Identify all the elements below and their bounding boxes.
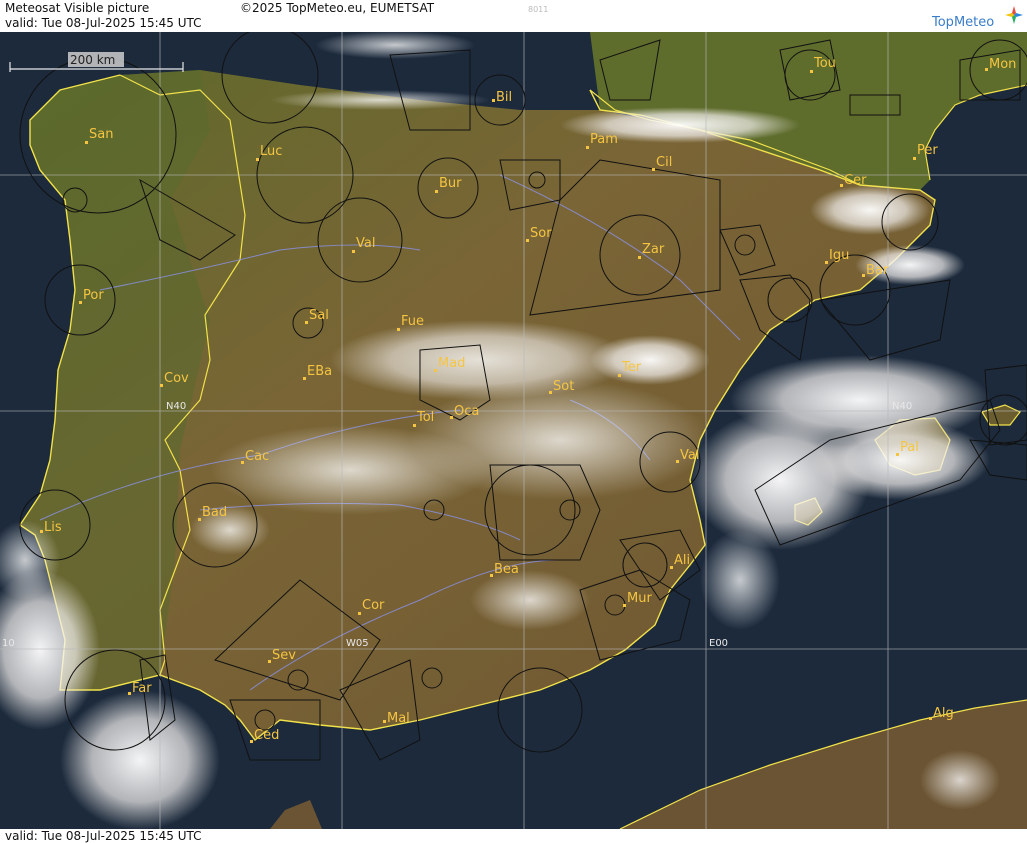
city-label-eba: EBa xyxy=(307,364,332,379)
city-marker-sal[interactable]: Sal xyxy=(305,308,329,324)
city-label-sev: Sev xyxy=(272,648,296,663)
footer-valid-time: valid: Tue 08-Jul-2025 15:45 UTC xyxy=(5,829,202,843)
city-marker-igu[interactable]: Igu xyxy=(825,248,849,264)
city-marker-per[interactable]: Per xyxy=(913,143,938,160)
city-label-igu: Igu xyxy=(829,248,849,263)
city-label-per: Per xyxy=(917,143,938,158)
city-label-lis: Lis xyxy=(44,520,62,535)
city-label-ter: Ter xyxy=(621,360,642,375)
city-marker-cov[interactable]: Cov xyxy=(160,371,189,387)
city-label-cac: Cac xyxy=(245,449,269,464)
city-marker-mur[interactable]: Mur xyxy=(623,591,652,607)
city-label-tol: Tol xyxy=(416,410,434,425)
city-label-bil: Bil xyxy=(496,90,512,105)
city-marker-val-east[interactable]: Val xyxy=(676,448,699,463)
grid-label-e00: E00 xyxy=(709,638,728,649)
city-marker-bad[interactable]: Bad xyxy=(198,505,227,521)
grid-label-n40-right: N40 xyxy=(892,401,912,412)
city-label-sor: Sor xyxy=(530,226,552,241)
city-label-oca: Oca xyxy=(454,404,479,419)
city-marker-oca[interactable]: Oca xyxy=(450,404,479,419)
city-label-ali: Ali xyxy=(674,553,690,568)
city-marker-cac[interactable]: Cac xyxy=(241,449,269,464)
city-label-bar: Bar xyxy=(866,263,889,278)
city-marker-mon[interactable]: Mon xyxy=(985,57,1016,72)
city-marker-bar[interactable]: Bar xyxy=(862,263,889,278)
city-label-bea: Bea xyxy=(494,562,519,577)
city-label-zar: Zar xyxy=(642,242,665,257)
city-marker-bea[interactable]: Bea xyxy=(490,562,519,577)
city-marker-pam[interactable]: Pam xyxy=(586,132,618,149)
city-label-mur: Mur xyxy=(627,591,652,606)
city-label-val-east: Val xyxy=(680,448,699,463)
city-label-cov: Cov xyxy=(164,371,189,386)
image-title: Meteosat Visible picture xyxy=(5,1,150,15)
footer: valid: Tue 08-Jul-2025 15:45 UTC xyxy=(0,829,1027,843)
city-marker-bil[interactable]: Bil xyxy=(492,90,512,105)
city-label-san: San xyxy=(89,127,113,142)
city-marker-tol[interactable]: Tol xyxy=(413,410,434,427)
city-label-mon: Mon xyxy=(989,57,1016,72)
city-marker-cil[interactable]: Cil xyxy=(652,155,672,171)
city-marker-mad[interactable]: Mad xyxy=(434,356,465,372)
city-marker-ter[interactable]: Ter xyxy=(618,360,642,377)
city-marker-sot[interactable]: Sot xyxy=(549,379,574,394)
compass-star-icon xyxy=(1005,6,1023,24)
city-label-tou: Tou xyxy=(813,56,836,71)
city-marker-fue[interactable]: Fue xyxy=(397,314,424,331)
city-marker-cor[interactable]: Cor xyxy=(358,598,385,615)
city-label-sot: Sot xyxy=(553,379,574,394)
grid-label-n40-left: N40 xyxy=(166,401,186,412)
city-marker-far[interactable]: Far xyxy=(128,681,152,696)
city-label-mad: Mad xyxy=(438,356,465,371)
city-marker-lis[interactable]: Lis xyxy=(40,520,62,535)
city-marker-pal[interactable]: Pal xyxy=(896,440,919,456)
city-label-cor: Cor xyxy=(362,598,385,613)
map-canvas: N40 N40 W05 E00 10 200 km Bil Tou Mon Sa… xyxy=(0,32,1027,829)
city-label-ced: Ced xyxy=(254,728,279,743)
city-marker-san[interactable]: San xyxy=(85,127,113,144)
brand-logo-text[interactable]: TopMeteo xyxy=(932,15,994,30)
city-marker-alg[interactable]: Alg xyxy=(929,706,954,721)
city-label-por: Por xyxy=(83,288,104,303)
city-marker-luc[interactable]: Luc xyxy=(256,144,282,161)
city-label-far: Far xyxy=(132,681,152,696)
city-marker-sor[interactable]: Sor xyxy=(526,226,552,242)
scale-bar-label: 200 km xyxy=(70,53,115,67)
city-marker-por[interactable]: Por xyxy=(79,288,104,304)
satellite-map[interactable]: N40 N40 W05 E00 10 200 km Bil Tou Mon Sa… xyxy=(0,32,1027,829)
city-marker-eba[interactable]: EBa xyxy=(303,364,332,380)
city-marker-mal[interactable]: Mal xyxy=(383,711,410,726)
city-marker-bur[interactable]: Bur xyxy=(435,176,462,193)
city-marker-zar[interactable]: Zar xyxy=(638,242,665,259)
city-marker-val-north[interactable]: Val xyxy=(352,236,375,253)
city-label-bur: Bur xyxy=(439,176,462,191)
city-marker-tou[interactable]: Tou xyxy=(810,56,836,73)
image-code: 8011 xyxy=(528,5,549,14)
city-label-mal: Mal xyxy=(387,711,410,726)
city-label-val-north: Val xyxy=(356,236,375,251)
city-label-luc: Luc xyxy=(260,144,282,159)
city-label-cer: Cer xyxy=(844,173,867,188)
valid-time: valid: Tue 08-Jul-2025 15:45 UTC xyxy=(5,16,202,30)
grid-label-w10: 10 xyxy=(2,638,15,649)
city-label-alg: Alg xyxy=(933,706,954,721)
city-label-fue: Fue xyxy=(401,314,424,329)
header: Meteosat Visible picture valid: Tue 08-J… xyxy=(0,0,1027,32)
city-marker-sev[interactable]: Sev xyxy=(268,648,296,663)
city-marker-ced[interactable]: Ced xyxy=(250,728,279,743)
city-label-pam: Pam xyxy=(590,132,618,147)
city-label-cil: Cil xyxy=(656,155,672,170)
city-marker-cer[interactable]: Cer xyxy=(840,173,867,188)
grid-label-w05: W05 xyxy=(346,638,369,649)
city-label-sal: Sal xyxy=(309,308,329,323)
city-marker-ali[interactable]: Ali xyxy=(670,553,690,569)
city-label-bad: Bad xyxy=(202,505,227,520)
copyright: ©2025 TopMeteo.eu, EUMETSAT xyxy=(240,1,435,15)
city-label-pal: Pal xyxy=(900,440,919,455)
